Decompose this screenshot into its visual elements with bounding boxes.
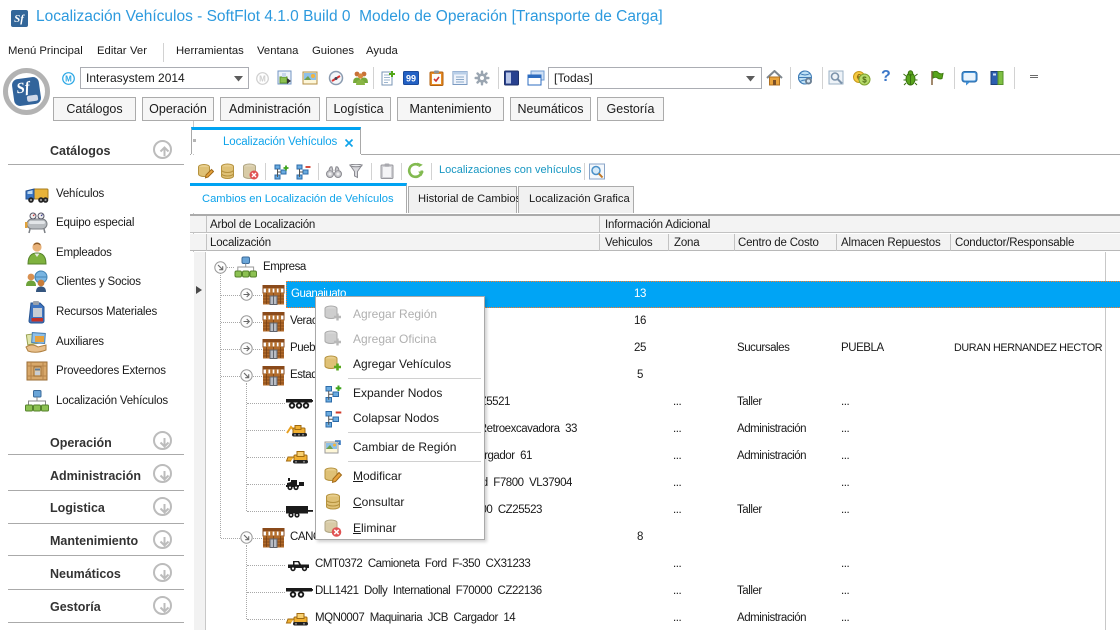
svg-text:99: 99 [406, 74, 416, 84]
svg-text:$: $ [862, 76, 867, 85]
svg-text:Sf: Sf [14, 13, 25, 25]
svg-text:M: M [259, 75, 266, 84]
svg-text:M: M [65, 75, 72, 84]
